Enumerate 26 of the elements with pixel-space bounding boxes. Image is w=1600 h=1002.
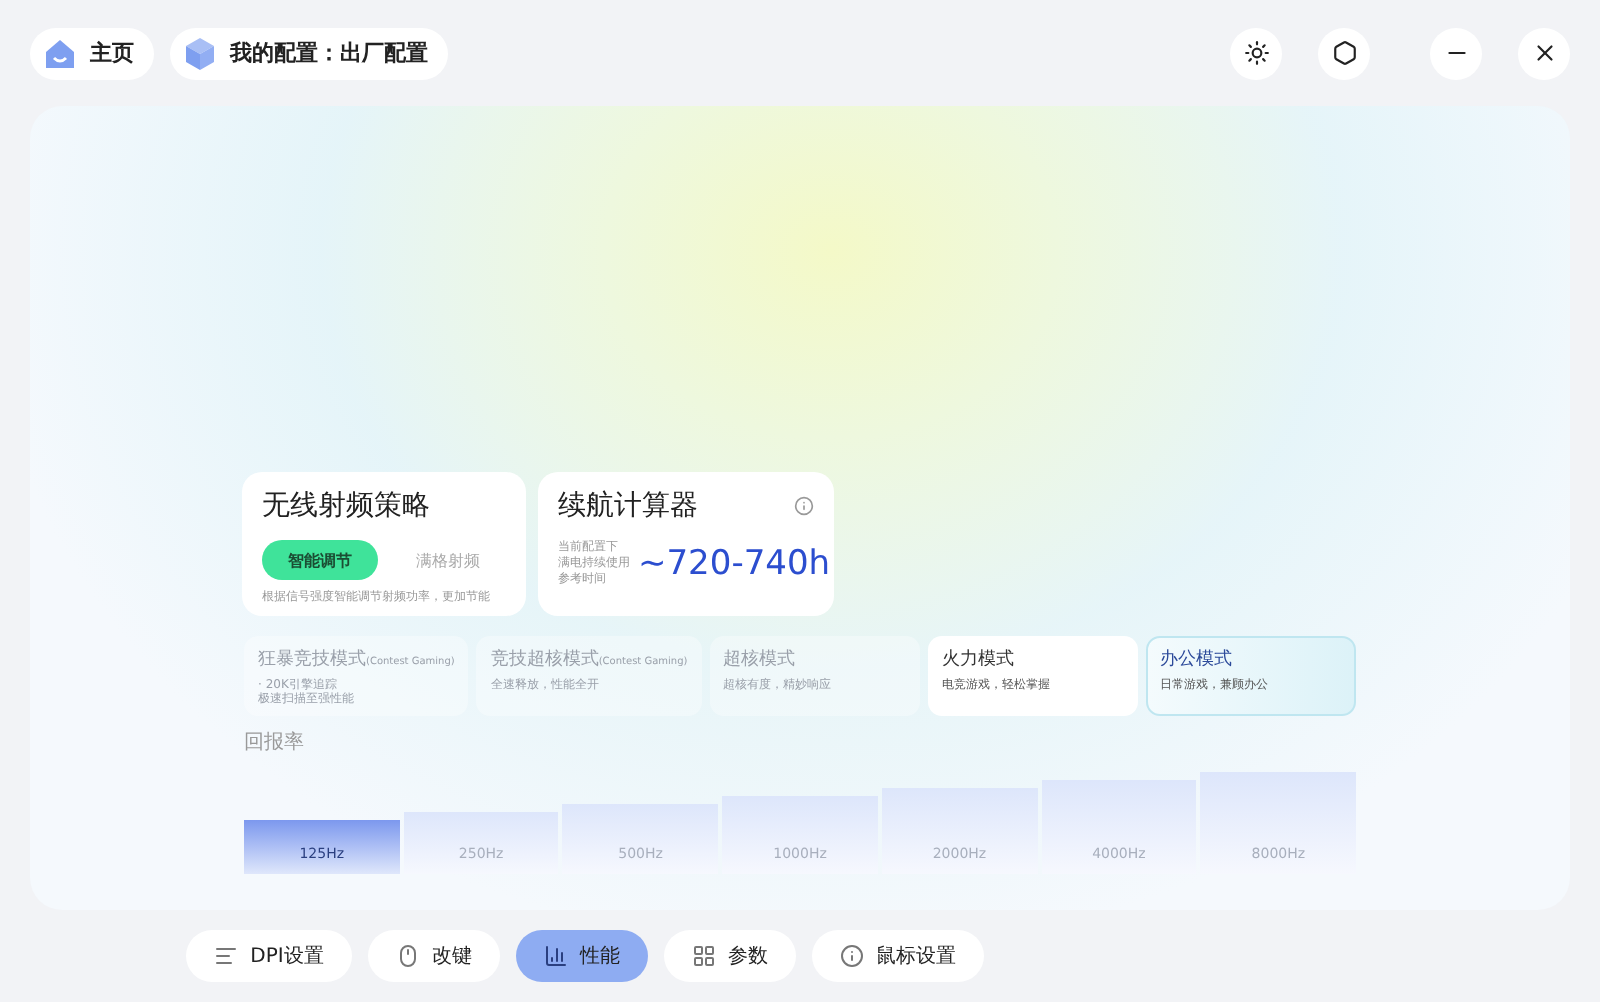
info-icon[interactable] <box>794 496 814 516</box>
nav-tab[interactable]: 鼠标设置 <box>811 930 984 982</box>
brightness-button[interactable] <box>1230 27 1282 79</box>
grid-icon <box>691 944 716 968</box>
nav-tab[interactable]: DPI设置 <box>186 930 352 982</box>
sun-icon <box>1243 40 1269 66</box>
settings-icon <box>1331 40 1357 66</box>
polling-rate-label: 回报率 <box>244 729 306 756</box>
home-icon <box>42 35 78 71</box>
settings-button[interactable] <box>1318 27 1370 79</box>
home-tab[interactable]: 主页 <box>30 27 154 79</box>
cube-icon <box>182 35 218 71</box>
mouse-icon <box>395 944 420 968</box>
info-icon <box>839 944 864 968</box>
close-icon <box>1531 40 1557 66</box>
nav-tab[interactable]: 性能 <box>515 930 648 982</box>
nav-tab[interactable]: 参数 <box>663 930 796 982</box>
lines-icon <box>214 944 239 968</box>
card-title: 无线射频策略 <box>262 488 432 524</box>
bar-chart-icon <box>543 944 568 968</box>
profile-tab[interactable]: 我的配置：出厂配置 <box>170 27 448 79</box>
close-button[interactable] <box>1518 27 1570 79</box>
battery-value: ~720-740h <box>638 544 831 585</box>
strategy-option[interactable]: 智能调节 <box>262 540 378 580</box>
nav-tab[interactable]: 改键 <box>367 930 500 982</box>
card-title: 续航计算器 <box>558 488 698 524</box>
